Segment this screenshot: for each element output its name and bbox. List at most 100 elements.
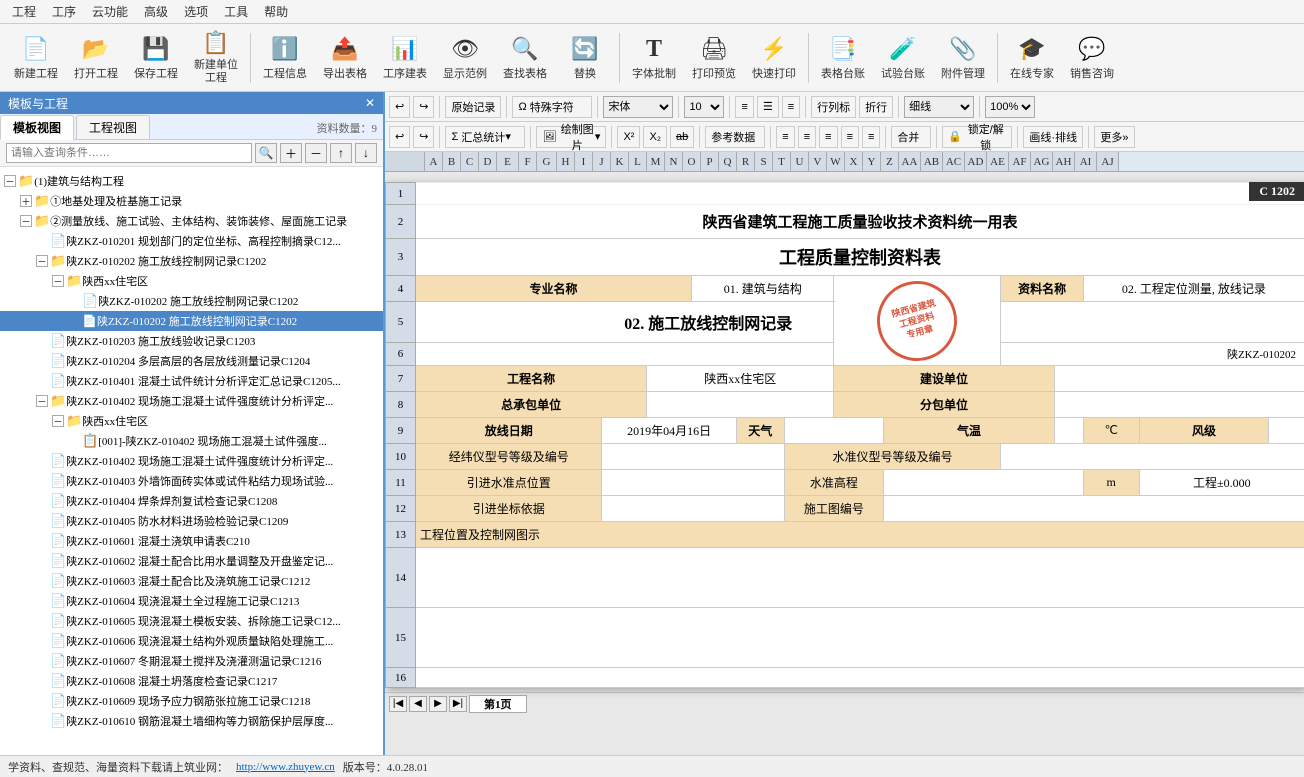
- intro-water-value[interactable]: [602, 470, 784, 496]
- row15-content[interactable]: [416, 608, 1304, 668]
- tree-item-16[interactable]: 📄 陕ZKZ-010404 焊条焊剂复试检查记录C1208: [0, 491, 383, 511]
- save-project-button[interactable]: 💾 保存工程: [128, 29, 184, 87]
- col-Z[interactable]: Z: [881, 152, 899, 171]
- col-H[interactable]: H: [557, 152, 575, 171]
- line-thickness-select[interactable]: 细线: [904, 96, 974, 118]
- attachment-button[interactable]: 📎 附件管理: [935, 29, 991, 87]
- sales-consult-button[interactable]: 💬 销售咨询: [1064, 29, 1120, 87]
- col-R[interactable]: R: [737, 152, 755, 171]
- fold-button[interactable]: 折行: [859, 96, 893, 118]
- tree-item-25[interactable]: 📄 陕ZKZ-010608 混凝土坍落度检查记录C1217: [0, 671, 383, 691]
- temp-value-cell[interactable]: [1054, 418, 1083, 444]
- tree-item-23[interactable]: 📄 陕ZKZ-010606 现浇混凝土结构外观质量缺陷处理施工...: [0, 631, 383, 651]
- zoom-select[interactable]: 100%: [985, 96, 1035, 118]
- tab-template-view[interactable]: 模板视图: [0, 115, 74, 140]
- search-button[interactable]: 🔍: [255, 143, 277, 163]
- more-button[interactable]: 更多»: [1094, 126, 1134, 148]
- col-J[interactable]: J: [593, 152, 611, 171]
- col-Q[interactable]: Q: [719, 152, 737, 171]
- tree-item-6[interactable]: 📄 陕ZKZ-010202 施工放线控制网记录C1202: [0, 291, 383, 311]
- spreadsheet-container[interactable]: C 1202 1 2 陕西省建筑工程施工质量验收技术资料统一用表: [385, 172, 1304, 755]
- col-D[interactable]: D: [479, 152, 497, 171]
- grid-settings-button[interactable]: 画线·排线: [1023, 126, 1083, 148]
- superscript-button[interactable]: X²: [617, 126, 640, 148]
- draw-image-button[interactable]: 🖼 绘制图片▾: [536, 126, 606, 148]
- row14-content[interactable]: [416, 548, 1304, 608]
- sheet-first-btn[interactable]: |◀: [389, 696, 407, 712]
- strikethrough-button[interactable]: ab: [670, 126, 694, 148]
- align-right-button[interactable]: ≡: [782, 96, 800, 118]
- col-M[interactable]: M: [647, 152, 665, 171]
- expand-2[interactable]: －: [20, 215, 32, 227]
- col-Y[interactable]: Y: [863, 152, 881, 171]
- tree-item-15[interactable]: 📄 陕ZKZ-010403 外墙饰面砖实体或试件粘结力现场试验...: [0, 471, 383, 491]
- col-A[interactable]: A: [425, 152, 443, 171]
- row-label-button[interactable]: 行列标: [811, 96, 856, 118]
- tree-item-1[interactable]: ＋ 📁 ①地基处理及桩基施工记录: [0, 191, 383, 211]
- menu-item-options[interactable]: 选项: [176, 1, 216, 22]
- redo2-button[interactable]: ↪: [413, 126, 434, 148]
- col-AB[interactable]: AB: [921, 152, 943, 171]
- special-char-button[interactable]: Ω 特殊字符: [512, 96, 592, 118]
- align-btn-3[interactable]: ≡: [819, 126, 837, 148]
- build-table-button[interactable]: 📊 工序建表: [377, 29, 433, 87]
- build-unit-value-cell[interactable]: [1054, 366, 1304, 392]
- down-button[interactable]: ↓: [355, 143, 377, 163]
- drawing-num-value[interactable]: [884, 496, 1304, 522]
- align-btn-2[interactable]: ≡: [798, 126, 816, 148]
- expand-12[interactable]: －: [52, 415, 64, 427]
- find-table-button[interactable]: 🔍 查找表格: [497, 29, 553, 87]
- sheet-prev-btn[interactable]: ◀: [409, 696, 427, 712]
- align-left-button[interactable]: ≡: [735, 96, 753, 118]
- col-W[interactable]: W: [827, 152, 845, 171]
- date-value-cell[interactable]: 2019年04月16日: [602, 418, 736, 444]
- expand-5[interactable]: －: [52, 275, 64, 287]
- instrument2-value-cell[interactable]: [1001, 444, 1304, 470]
- lock-button[interactable]: 🔒 锁定/解锁: [942, 126, 1012, 148]
- sheet-tab-1[interactable]: 第1页: [469, 695, 527, 713]
- expand-1[interactable]: ＋: [20, 195, 32, 207]
- project-value-cell[interactable]: 陕西xx住宅区: [647, 366, 834, 392]
- tree-item-17[interactable]: 📄 陕ZKZ-010405 防水材料进场验检验记录C1209: [0, 511, 383, 531]
- col-L[interactable]: L: [629, 152, 647, 171]
- tree-item-27[interactable]: 📄 陕ZKZ-010610 钢筋混凝土墙细构等力钢筋保护层厚度...: [0, 711, 383, 731]
- sum-formula-button[interactable]: Σ 汇总统计▾: [445, 126, 525, 148]
- weather-value-cell[interactable]: [784, 418, 884, 444]
- col-O[interactable]: O: [683, 152, 701, 171]
- replace-button[interactable]: 🔄 替换: [557, 29, 613, 87]
- menu-item-help[interactable]: 帮助: [256, 1, 296, 22]
- col-AE[interactable]: AE: [987, 152, 1009, 171]
- col-C[interactable]: C: [461, 152, 479, 171]
- quick-print-button[interactable]: ⚡ 快速打印: [746, 29, 802, 87]
- menu-item-cloud[interactable]: 云功能: [84, 1, 136, 22]
- tree-item-10[interactable]: 📄 陕ZKZ-010401 混凝土试件统计分析评定汇总记录C1205...: [0, 371, 383, 391]
- sub-contractor-value[interactable]: [1054, 392, 1304, 418]
- col-AG[interactable]: AG: [1031, 152, 1053, 171]
- col-AJ[interactable]: AJ: [1097, 152, 1119, 171]
- tree-item-12[interactable]: － 📁 陕西xx住宅区: [0, 411, 383, 431]
- font-size-select[interactable]: 10: [684, 96, 724, 118]
- col-AH[interactable]: AH: [1053, 152, 1075, 171]
- show-example-button[interactable]: 👁 显示范例: [437, 29, 493, 87]
- expand-4[interactable]: －: [36, 255, 48, 267]
- col-T[interactable]: T: [773, 152, 791, 171]
- original-record-button[interactable]: 原始记录: [445, 96, 501, 118]
- intro-coord-value[interactable]: [602, 496, 784, 522]
- tree-item-19[interactable]: 📄 陕ZKZ-010602 混凝土配合比用水量调整及开盘鉴定记...: [0, 551, 383, 571]
- new-project-button[interactable]: 📄 新建工程: [8, 29, 64, 87]
- project-info-button[interactable]: ℹ️ 工程信息: [257, 29, 313, 87]
- tree-item-3[interactable]: 📄 陕ZKZ-010201 规划部门的定位坐标、高程控制摘录C12...: [0, 231, 383, 251]
- sheet-last-btn[interactable]: ▶|: [449, 696, 467, 712]
- align-btn-5[interactable]: ≡: [862, 126, 880, 148]
- col-AA[interactable]: AA: [899, 152, 921, 171]
- menu-item-advanced[interactable]: 高级: [136, 1, 176, 22]
- col-N[interactable]: N: [665, 152, 683, 171]
- tree-item-root[interactable]: － 📁 (1)建筑与结构工程: [0, 171, 383, 191]
- undo2-button[interactable]: ↩: [389, 126, 410, 148]
- tree-item-5[interactable]: － 📁 陕西xx住宅区: [0, 271, 383, 291]
- col-X[interactable]: X: [845, 152, 863, 171]
- tree-item-22[interactable]: 📄 陕ZKZ-010605 现浇混凝土模板安装、拆除施工记录C12...: [0, 611, 383, 631]
- font-batch-button[interactable]: T 字体批制: [626, 29, 682, 87]
- col-E[interactable]: E: [497, 152, 519, 171]
- table-ledger-button[interactable]: 📑 表格台账: [815, 29, 871, 87]
